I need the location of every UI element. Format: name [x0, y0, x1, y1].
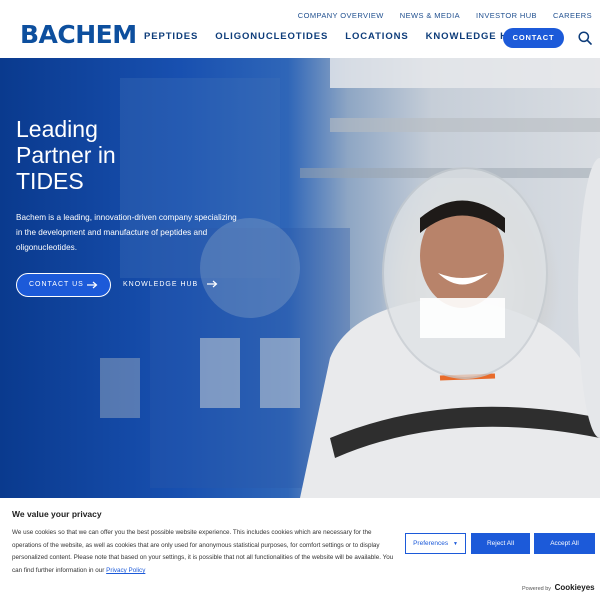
knowledge-hub-label: KNOWLEDGE HUB — [123, 281, 199, 288]
nav-peptides[interactable]: PEPTIDES — [144, 30, 198, 44]
knowledge-hub-link[interactable]: KNOWLEDGE HUB — [123, 280, 218, 290]
preferences-label: Preferences — [413, 540, 449, 547]
nav-careers[interactable]: CAREERS — [553, 10, 592, 22]
hero-title-line: Partner in — [16, 142, 116, 168]
accept-all-button[interactable]: Accept All — [534, 533, 595, 554]
hero-title: Leading Partner in TIDES — [16, 116, 216, 194]
nav-oligonucleotides[interactable]: OLIGONUCLEOTIDES — [215, 30, 328, 44]
caret-down-icon: ▼ — [452, 541, 458, 547]
cookie-body: We use cookies so that we can offer you … — [12, 529, 394, 575]
powered-by: Powered by Cookieyes — [522, 583, 595, 592]
cookieyes-logo: Cookieyes — [554, 583, 595, 592]
hero-title-line: Leading — [16, 116, 98, 142]
nav-investor-hub[interactable]: INVESTOR HUB — [476, 10, 537, 22]
nav-locations[interactable]: LOCATIONS — [345, 30, 408, 44]
site-header: BACHEM COMPANY OVERVIEW NEWS & MEDIA INV… — [0, 0, 600, 58]
privacy-policy-link[interactable]: Privacy Policy — [106, 567, 145, 574]
hero-title-line: TIDES — [16, 168, 84, 194]
cookie-text: We use cookies so that we can offer you … — [12, 527, 397, 578]
search-icon[interactable] — [578, 31, 592, 45]
arrow-right-icon — [207, 280, 218, 288]
bachem-logo[interactable]: BACHEM — [20, 20, 137, 50]
contact-us-label: CONTACT US — [29, 281, 84, 288]
nav-news-media[interactable]: NEWS & MEDIA — [400, 10, 460, 22]
cookie-consent-banner: We value your privacy We use cookies so … — [0, 498, 600, 600]
hero-description: Bachem is a leading, innovation-driven c… — [16, 213, 237, 252]
arrow-right-icon — [87, 281, 98, 289]
header-contact-button[interactable]: CONTACT — [503, 28, 564, 48]
main-nav: PEPTIDES OLIGONUCLEOTIDES LOCATIONS KNOW… — [144, 30, 540, 44]
top-utility-nav: COMPANY OVERVIEW NEWS & MEDIA INVESTOR H… — [282, 10, 592, 22]
powered-by-label: Powered by — [522, 586, 552, 592]
reject-all-button[interactable]: Reject All — [471, 533, 530, 554]
hero-section: Leading Partner in TIDES Bachem is a lea… — [0, 58, 600, 498]
nav-company-overview[interactable]: COMPANY OVERVIEW — [298, 10, 384, 22]
cookie-title: We value your privacy — [12, 509, 102, 519]
preferences-button[interactable]: Preferences ▼ — [405, 533, 466, 554]
contact-us-button[interactable]: CONTACT US — [16, 273, 111, 297]
